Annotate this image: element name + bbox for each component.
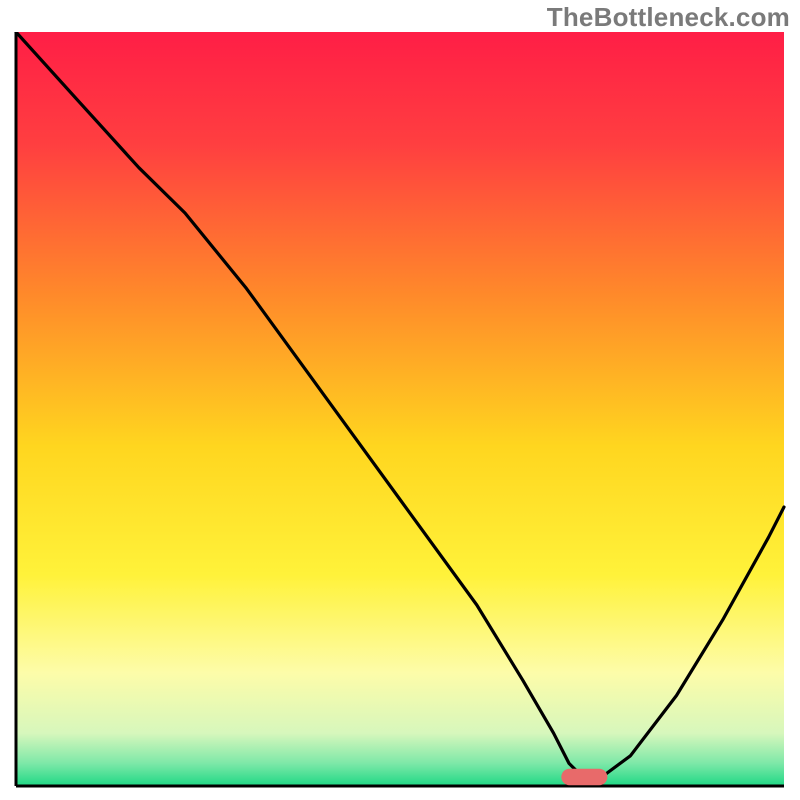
watermark-text: TheBottleneck.com: [547, 2, 790, 33]
chart-svg: [10, 32, 790, 792]
chart-background: [16, 32, 784, 786]
bottleneck-chart: [10, 32, 790, 792]
optimal-range-marker: [561, 769, 607, 786]
